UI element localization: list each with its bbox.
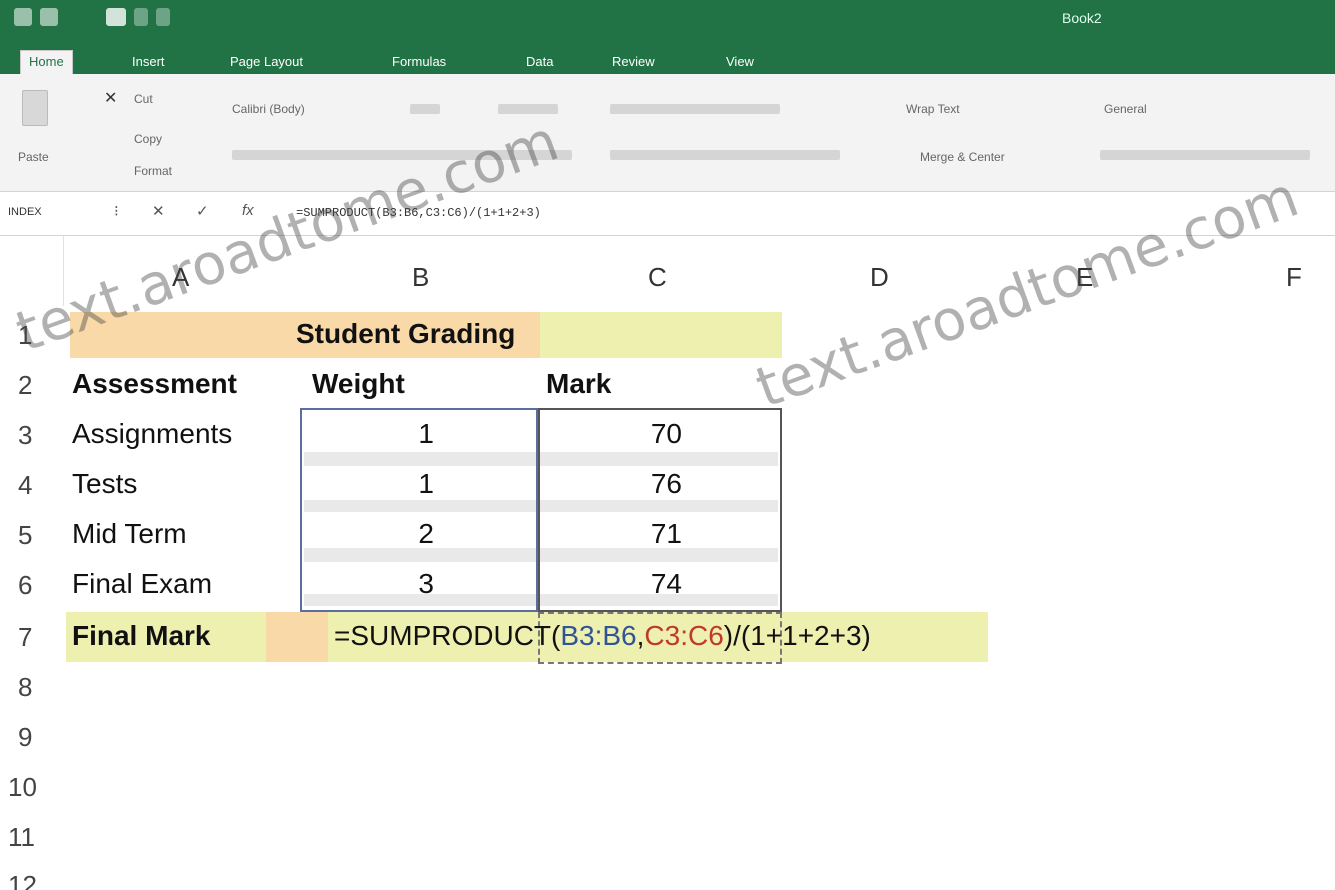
cell-final-formula[interactable]: =SUMPRODUCT(B3:B6,C3:C6)/(1+1+2+3) [334,620,871,652]
tab-insert[interactable]: Insert [124,51,173,73]
cell-c3[interactable]: 70 [540,418,682,450]
save-icon[interactable] [106,8,126,26]
merge-center-button[interactable]: Merge & Center [920,150,1005,164]
row-header-6[interactable]: 6 [0,570,64,601]
formula-prefix: =SUMPRODUCT( [334,620,561,651]
wrap-text-button[interactable]: Wrap Text [906,102,960,116]
namebox-dropdown-icon[interactable]: ⁝ [114,202,119,220]
number-format-row[interactable] [1100,150,1310,160]
number-format-select[interactable]: General [1104,102,1147,116]
copy-button[interactable]: Copy [134,132,162,146]
header-weight[interactable]: Weight [312,368,405,400]
row-header-12[interactable]: 12 [0,870,64,890]
alignment-bottom-row[interactable] [610,150,840,160]
tab-data[interactable]: Data [518,51,561,73]
cell-final-mark-label[interactable]: Final Mark [72,620,210,652]
cell-a5[interactable]: Mid Term [72,518,187,550]
scissors-icon[interactable]: ✕ [104,88,117,108]
excel-logo-icon [14,8,32,26]
formula-ref-b3-b6: B3:B6 [560,620,637,651]
ribbon: Paste ✕ Cut Copy Format Calibri (Body) W… [0,74,1335,192]
cell-a6[interactable]: Final Exam [72,568,212,600]
cut-button[interactable]: Cut [134,92,153,106]
quick-access-toolbar [14,8,170,26]
tab-home[interactable]: Home [20,50,73,74]
row-header-8[interactable]: 8 [0,672,64,703]
cell-c6[interactable]: 74 [540,568,682,600]
cell-title[interactable]: Student Grading [296,318,515,350]
title-fill-right [540,312,782,358]
header-assessment[interactable]: Assessment [72,368,237,400]
font-name-select[interactable]: Calibri (Body) [232,102,305,116]
ribbon-tabs: Home Insert Page Layout Formulas Data Re… [0,44,1335,74]
cell-a3[interactable]: Assignments [72,418,232,450]
cell-b3[interactable]: 1 [300,418,434,450]
formula-suffix: )/(1+1+2+3) [723,620,871,651]
paste-button[interactable]: Paste [18,150,49,164]
tab-formulas[interactable]: Formulas [384,51,454,73]
cell-b4[interactable]: 1 [300,468,434,500]
row-header-10[interactable]: 10 [0,772,64,803]
row-header-9[interactable]: 9 [0,722,64,753]
row-header-7[interactable]: 7 [0,622,64,653]
format-painter-button[interactable]: Format [134,164,172,178]
name-box[interactable]: INDEX [8,206,42,218]
formula-ref-c3-c6: C3:C6 [644,620,724,651]
font-grow-shrink[interactable] [498,104,558,114]
row-header-5[interactable]: 5 [0,520,64,551]
tab-review[interactable]: Review [604,51,663,73]
cell-a4[interactable]: Tests [72,468,137,500]
column-header-d[interactable]: D [870,262,889,293]
tab-page-layout[interactable]: Page Layout [222,51,311,73]
row-header-11[interactable]: 11 [0,822,64,853]
cell-b5[interactable]: 2 [300,518,434,550]
undo-icon[interactable] [134,8,148,26]
cell-c5[interactable]: 71 [540,518,682,550]
row-header-4[interactable]: 4 [0,470,64,501]
font-size-select[interactable] [410,104,440,114]
column-header-b[interactable]: B [412,262,429,293]
row-header-3[interactable]: 3 [0,420,64,451]
cancel-icon[interactable]: ✕ [152,202,165,220]
enter-icon[interactable]: ✓ [196,202,209,220]
tab-view[interactable]: View [718,51,762,73]
cell-b6[interactable]: 3 [300,568,434,600]
title-bar: Book2 [0,0,1335,44]
header-mark[interactable]: Mark [546,368,611,400]
row-header-2[interactable]: 2 [0,370,64,401]
cell-c4[interactable]: 76 [540,468,682,500]
column-header-c[interactable]: C [648,262,667,293]
column-header-f[interactable]: F [1286,262,1302,293]
paste-icon[interactable] [22,90,48,126]
redo-icon[interactable] [156,8,170,26]
window-title: Book2 [1062,10,1102,26]
alignment-top-row[interactable] [610,104,780,114]
autosave-icon[interactable] [40,8,58,26]
final-gap-fill [266,612,328,662]
